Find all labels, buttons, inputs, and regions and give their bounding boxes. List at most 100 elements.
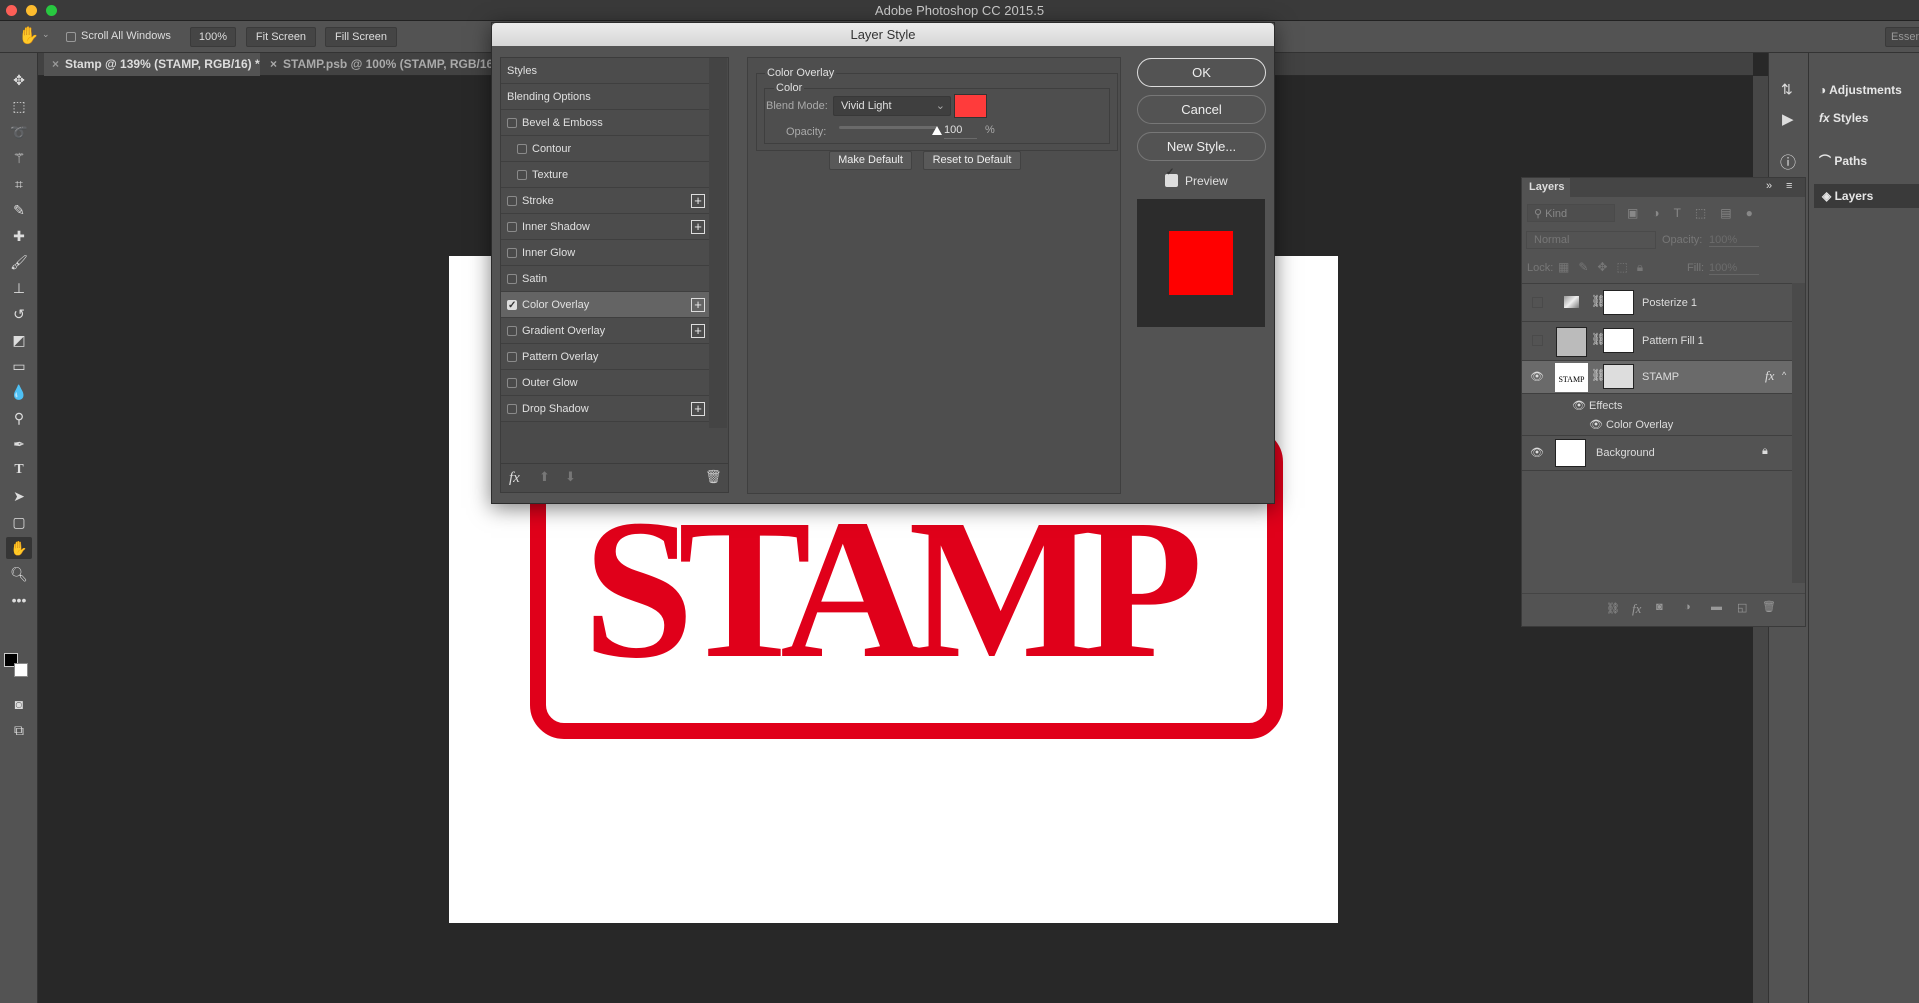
- add-instance-icon[interactable]: +: [691, 402, 705, 416]
- style-checkbox[interactable]: [507, 248, 517, 258]
- minimize-window-button[interactable]: [26, 5, 37, 16]
- dock-paths[interactable]: ⌒ Paths: [1819, 152, 1867, 169]
- make-default-button[interactable]: Make Default: [829, 151, 912, 170]
- blend-mode-select[interactable]: Normal: [1526, 231, 1656, 249]
- style-item-contour[interactable]: Contour: [501, 136, 709, 162]
- add-instance-icon[interactable]: +: [691, 324, 705, 338]
- eraser-tool-icon[interactable]: ◩: [6, 329, 32, 351]
- eye-icon[interactable]: 👁︎: [1572, 400, 1589, 412]
- chevron-down-icon[interactable]: ⌄: [42, 29, 50, 40]
- zoom-window-button[interactable]: [46, 5, 57, 16]
- style-item-styles[interactable]: Styles: [501, 58, 709, 84]
- cancel-button[interactable]: Cancel: [1137, 95, 1266, 124]
- style-checkbox[interactable]: [507, 118, 517, 128]
- clone-stamp-tool-icon[interactable]: ⊥: [6, 277, 32, 299]
- screen-mode-icon[interactable]: ⧉: [6, 719, 32, 741]
- add-instance-icon[interactable]: +: [691, 194, 705, 208]
- style-checkbox[interactable]: [507, 293, 517, 319]
- opacity-slider[interactable]: [839, 126, 937, 129]
- style-item-outer-glow[interactable]: Outer Glow: [501, 370, 709, 396]
- marquee-tool-icon[interactable]: ⬚: [6, 95, 32, 117]
- collapse-icon[interactable]: »: [1766, 180, 1772, 192]
- blur-tool-icon[interactable]: 💧: [6, 381, 32, 403]
- layer-row-selected[interactable]: 👁︎ STAMP ⛓ STAMP fx ^: [1522, 361, 1792, 394]
- history-icon[interactable]: ⇅: [1781, 81, 1793, 98]
- healing-brush-tool-icon[interactable]: ✚: [6, 225, 32, 247]
- style-item-satin[interactable]: Satin: [501, 266, 709, 292]
- quick-mask-icon[interactable]: ◙: [6, 693, 32, 715]
- move-down-icon[interactable]: ⬇: [565, 469, 576, 485]
- hand-tool-icon[interactable]: ✋: [18, 26, 39, 46]
- filter-kind-select[interactable]: ⚲ Kind: [1527, 204, 1615, 222]
- move-up-icon[interactable]: ⬆: [539, 469, 550, 485]
- layer-row[interactable]: 👁︎ Background 🔒︎: [1522, 436, 1792, 471]
- eye-icon[interactable]: 👁︎: [1530, 446, 1544, 459]
- add-instance-icon[interactable]: +: [691, 298, 705, 312]
- filter-icons[interactable]: ▣◑T⬚▤●: [1627, 206, 1767, 220]
- opacity-slider-handle[interactable]: [932, 126, 942, 135]
- trash-icon[interactable]: 🗑: [705, 469, 722, 485]
- close-window-button[interactable]: [6, 5, 17, 16]
- eyedropper-tool-icon[interactable]: ✎: [6, 199, 32, 221]
- dock-adjustments[interactable]: ◑ Adjustments: [1819, 83, 1902, 97]
- style-checkbox[interactable]: [507, 222, 517, 232]
- style-checkbox[interactable]: [507, 404, 517, 414]
- new-layer-icon[interactable]: ◱: [1737, 601, 1747, 614]
- new-adjustment-icon[interactable]: ◑: [1684, 601, 1691, 613]
- fill-screen-button[interactable]: Fill Screen: [325, 27, 397, 47]
- move-tool-icon[interactable]: ✥: [6, 69, 32, 91]
- layer-name[interactable]: Posterize 1: [1642, 297, 1697, 309]
- ok-button[interactable]: OK: [1137, 58, 1266, 87]
- fx-menu-button[interactable]: fx: [509, 470, 520, 487]
- lock-icons[interactable]: ▦✎✥⬚🔒︎: [1558, 260, 1652, 275]
- collapse-effects-icon[interactable]: ^: [1782, 370, 1786, 380]
- style-item-gradient-overlay[interactable]: Gradient Overlay +: [501, 318, 709, 344]
- crop-tool-icon[interactable]: ⌗: [6, 173, 32, 195]
- lasso-tool-icon[interactable]: ➰: [6, 121, 32, 143]
- tab-stamp[interactable]: × Stamp @ 139% (STAMP, RGB/16) *: [44, 53, 260, 76]
- history-brush-tool-icon[interactable]: ↺: [6, 303, 32, 325]
- preview-checkbox[interactable]: [1165, 167, 1178, 187]
- path-selection-tool-icon[interactable]: ➤: [6, 485, 32, 507]
- effects-row[interactable]: 👁︎ Effects: [1572, 399, 1622, 412]
- eye-icon[interactable]: 👁︎: [1589, 419, 1606, 431]
- zoom-tool-icon[interactable]: 🔍︎: [6, 563, 32, 585]
- style-checkbox[interactable]: [507, 196, 517, 206]
- reset-to-default-button[interactable]: Reset to Default: [923, 151, 1021, 170]
- dodge-tool-icon[interactable]: ⚲: [6, 407, 32, 429]
- fit-screen-button[interactable]: Fit Screen: [246, 27, 316, 47]
- layer-name[interactable]: STAMP: [1642, 371, 1679, 383]
- shape-tool-icon[interactable]: ▢: [6, 511, 32, 533]
- more-tools-icon[interactable]: •••: [6, 589, 32, 611]
- layer-row[interactable]: ⛓ Pattern Fill 1: [1522, 322, 1792, 361]
- hand-tool-icon[interactable]: ✋: [6, 537, 32, 559]
- type-tool-icon[interactable]: T: [6, 459, 32, 481]
- background-color-swatch[interactable]: [14, 663, 28, 677]
- add-mask-icon[interactable]: ◙: [1656, 601, 1663, 613]
- style-item-stroke[interactable]: Stroke +: [501, 188, 709, 214]
- opacity-input[interactable]: 100: [944, 124, 977, 139]
- brush-tool-icon[interactable]: 🖌: [6, 251, 32, 273]
- layer-name[interactable]: Pattern Fill 1: [1642, 335, 1704, 347]
- style-item-texture[interactable]: Texture: [501, 162, 709, 188]
- style-checkbox[interactable]: [507, 326, 517, 336]
- add-instance-icon[interactable]: +: [691, 220, 705, 234]
- style-checkbox[interactable]: [507, 274, 517, 284]
- blend-mode-select[interactable]: Vivid Light ⌄: [833, 96, 951, 116]
- style-item-pattern-overlay[interactable]: Pattern Overlay: [501, 344, 709, 370]
- actions-play-icon[interactable]: ▶: [1782, 110, 1794, 128]
- layer-name[interactable]: Background: [1596, 447, 1655, 459]
- style-checkbox[interactable]: [517, 144, 527, 154]
- style-item-color-overlay[interactable]: Color Overlay +: [501, 292, 709, 319]
- style-item-inner-shadow[interactable]: Inner Shadow +: [501, 214, 709, 240]
- close-tab-icon[interactable]: ×: [52, 57, 59, 71]
- workspace-switcher[interactable]: Essen: [1885, 27, 1919, 47]
- dock-styles[interactable]: fx Styles: [1819, 111, 1868, 125]
- style-checkbox[interactable]: [507, 378, 517, 388]
- fx-icon[interactable]: fx: [1765, 368, 1774, 384]
- effect-item-row[interactable]: 👁︎ Color Overlay: [1589, 418, 1673, 431]
- style-item-blending-options[interactable]: Blending Options: [501, 84, 709, 110]
- zoom-100-button[interactable]: 100%: [190, 27, 236, 47]
- style-item-drop-shadow[interactable]: Drop Shadow +: [501, 396, 709, 422]
- fill-input[interactable]: 100%: [1709, 262, 1759, 275]
